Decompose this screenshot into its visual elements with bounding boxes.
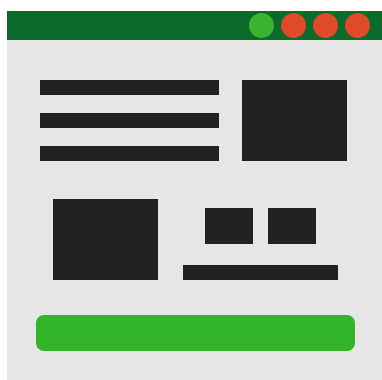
- tile-placeholder: [268, 208, 316, 244]
- red-circle-button[interactable]: [281, 13, 306, 38]
- caption-bar-placeholder: [183, 265, 338, 280]
- image-placeholder: [53, 199, 158, 280]
- red-circle-button[interactable]: [345, 13, 370, 38]
- text-line-placeholder: [40, 80, 219, 95]
- red-circle-button[interactable]: [313, 13, 338, 38]
- text-line-placeholder: [40, 146, 219, 161]
- app-window: [7, 11, 382, 380]
- title-bar: [7, 11, 382, 40]
- primary-button[interactable]: [36, 315, 355, 351]
- tile-placeholder: [205, 208, 253, 244]
- green-circle-button[interactable]: [249, 13, 274, 38]
- text-line-placeholder: [40, 113, 219, 128]
- image-placeholder: [242, 80, 347, 161]
